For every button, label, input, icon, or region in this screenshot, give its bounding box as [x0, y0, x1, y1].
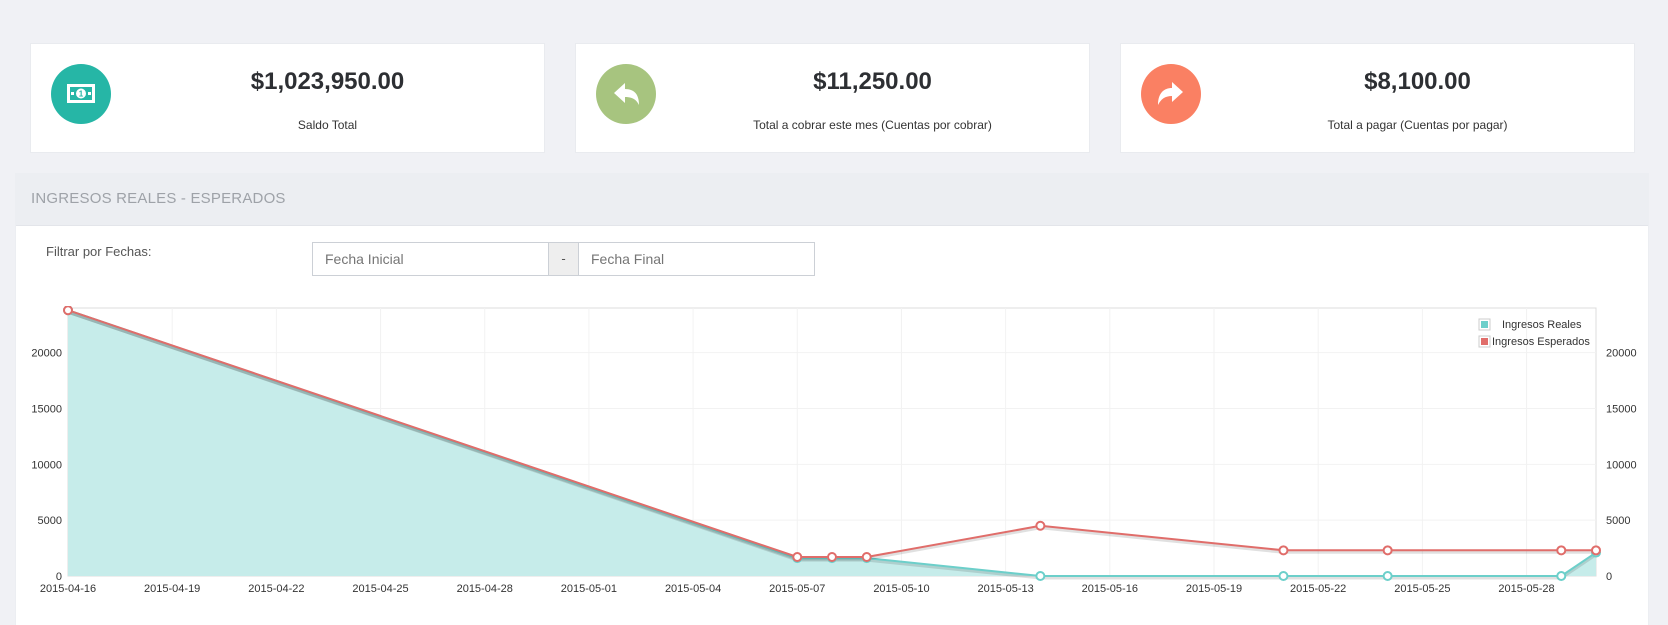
data-point-1	[1556, 545, 1567, 556]
y-tick-label-right: 5000	[1606, 515, 1630, 527]
data-point-1	[792, 552, 803, 563]
saldo-circle: 1	[51, 64, 111, 124]
data-point-1	[1035, 520, 1046, 531]
income-chart-svg: 0 0 5000 5000 10000 10000 15000 15000 20000 20000…	[31, 305, 1637, 595]
data-point-1	[1278, 545, 1289, 556]
data-point-1	[861, 552, 872, 563]
summary-cards: 1 $1,023,950.00 Saldo Total $11,250.00 T…	[30, 43, 1636, 153]
pagar-circle	[1141, 64, 1201, 124]
legend-label-1: Ingresos Esperados	[1492, 336, 1590, 348]
legend-swatch-0	[1481, 321, 1488, 328]
panel-header: INGRESOS REALES - ESPERADOS	[16, 174, 1648, 226]
x-tick-label: 2015-04-22	[248, 583, 304, 595]
share-arrow-icon	[1158, 82, 1183, 105]
start-date-input[interactable]	[312, 242, 549, 276]
x-tick-label: 2015-05-16	[1082, 583, 1138, 595]
data-point-0	[1556, 571, 1567, 581]
money-bill-icon: 1	[67, 84, 95, 103]
x-tick-label: 2015-05-07	[769, 583, 825, 595]
y-tick-label-right: 20000	[1606, 348, 1637, 360]
legend-swatch-1	[1481, 338, 1488, 345]
x-tick-label: 2015-05-13	[977, 583, 1033, 595]
cobrar-circle	[596, 64, 656, 124]
x-tick-label: 2015-05-19	[1186, 583, 1242, 595]
y-tick-label-left: 10000	[31, 459, 62, 471]
x-tick-label: 2015-04-16	[40, 583, 96, 595]
x-tick-label: 2015-05-01	[561, 583, 617, 595]
y-tick-label-left: 15000	[31, 404, 62, 416]
data-point-0	[1035, 571, 1046, 581]
svg-text:1: 1	[79, 90, 84, 99]
x-tick-label: 2015-05-22	[1290, 583, 1346, 595]
date-filter-label: Filtrar por Fechas:	[46, 244, 152, 259]
x-tick-label: 2015-05-25	[1394, 583, 1450, 595]
data-point-0	[1278, 571, 1289, 581]
y-tick-label-left: 5000	[38, 515, 62, 527]
end-date-input[interactable]	[578, 242, 815, 276]
cobrar-amount: $11,250.00	[813, 68, 932, 95]
x-tick-label: 2015-05-04	[665, 583, 721, 595]
y-tick-label-left: 20000	[31, 348, 62, 360]
data-point-1	[1591, 545, 1601, 556]
y-tick-label-right: 15000	[1606, 404, 1637, 416]
data-point-1	[63, 305, 73, 316]
data-point-1	[827, 552, 837, 563]
cuentas-por-cobrar-card: $11,250.00 Total a cobrar este mes (Cuen…	[575, 43, 1090, 153]
pagar-caption: Total a pagar (Cuentas por pagar)	[1327, 118, 1508, 132]
saldo-total-amount: $1,023,950.00	[250, 68, 405, 95]
date-range-separator: -	[548, 242, 579, 276]
legend-label-0: Ingresos Reales	[1502, 319, 1582, 331]
cobrar-caption: Total a cobrar este mes (Cuentas por cob…	[753, 118, 992, 132]
data-point-1	[1382, 545, 1393, 556]
y-tick-label-right: 10000	[1606, 459, 1637, 471]
reply-arrow-icon	[614, 83, 639, 105]
x-tick-label: 2015-05-28	[1498, 583, 1554, 595]
x-tick-label: 2015-04-25	[352, 583, 408, 595]
income-chart: 0 0 5000 5000 10000 10000 15000 15000 20000 20000…	[16, 305, 1650, 606]
saldo-total-caption: Saldo Total	[297, 118, 358, 132]
data-point-0	[1382, 571, 1393, 581]
x-tick-label: 2015-04-28	[457, 583, 513, 595]
panel-title: INGRESOS REALES - ESPERADOS	[31, 190, 286, 207]
saldo-total-card: 1 $1,023,950.00 Saldo Total	[30, 43, 545, 153]
x-tick-label: 2015-04-19	[144, 583, 200, 595]
pagar-amount: $8,100.00	[1364, 68, 1471, 95]
ingresos-panel: INGRESOS REALES - ESPERADOS Filtrar por …	[15, 173, 1649, 625]
y-tick-label-left: 0	[56, 571, 62, 583]
y-tick-label-right: 0	[1606, 571, 1612, 583]
cuentas-por-pagar-card: $8,100.00 Total a pagar (Cuentas por pag…	[1120, 43, 1635, 153]
x-tick-label: 2015-05-10	[873, 583, 929, 595]
